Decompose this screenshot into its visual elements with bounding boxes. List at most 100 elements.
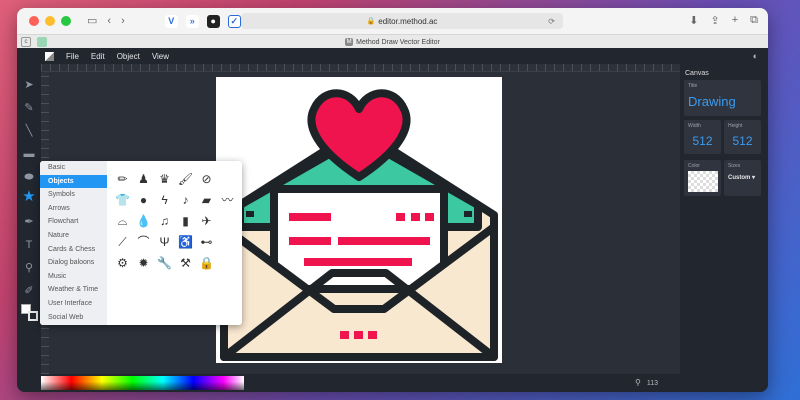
category-social-web[interactable]: Social Web: [40, 311, 107, 325]
drop-icon[interactable]: 💧: [133, 211, 154, 232]
mustache-icon[interactable]: 〰: [217, 190, 238, 211]
stroke-color-swatch[interactable]: [28, 311, 38, 321]
hat-icon[interactable]: ⌓: [112, 211, 133, 232]
downloads-icon[interactable]: ⬇: [689, 14, 698, 27]
color-label: Color: [688, 163, 700, 169]
car-icon[interactable]: ▰: [196, 190, 217, 211]
select-tool-icon[interactable]: ➤: [22, 78, 36, 92]
canvas-color-swatch[interactable]: [688, 171, 718, 192]
menu-bar: File Edit Object View ◐: [41, 48, 768, 64]
color-field[interactable]: Color: [684, 160, 721, 196]
address-bar[interactable]: 🔒 editor.method.ac ⟳: [241, 13, 563, 29]
sizes-label: Sizes: [728, 163, 741, 169]
extension-v-icon[interactable]: V: [164, 14, 178, 28]
extension-shield-icon[interactable]: ✓: [227, 14, 241, 28]
category-objects[interactable]: Objects: [40, 174, 107, 189]
extension-dark-icon[interactable]: ●: [206, 14, 220, 28]
category-user-interface[interactable]: User Interface: [40, 297, 107, 311]
tab-favicon-icon: M: [345, 37, 354, 46]
gear-icon[interactable]: ⚙: [112, 253, 133, 274]
boomerang-icon[interactable]: ⌒: [133, 232, 154, 253]
zoom-tool-icon[interactable]: ⚲: [22, 261, 36, 275]
magnifier-icon: ⚲: [635, 378, 641, 387]
menu-view[interactable]: View: [152, 52, 169, 61]
rectangle-tool-icon[interactable]: ▬: [22, 147, 36, 161]
zoom-control[interactable]: ⚲ 113: [635, 378, 658, 387]
width-field[interactable]: Width 512: [684, 120, 721, 154]
title-value[interactable]: Drawing: [688, 94, 736, 109]
hammer-icon[interactable]: ⚒: [175, 253, 196, 274]
sizes-field[interactable]: Sizes Custom ▾: [724, 160, 761, 196]
ellipse-tool-icon[interactable]: ⬬: [22, 170, 36, 184]
bottle-icon[interactable]: ▮: [175, 211, 196, 232]
category-arrows[interactable]: Arrows: [40, 202, 107, 216]
envelope-heart-illustration[interactable]: [216, 77, 502, 363]
category-flowchart[interactable]: Flowchart: [40, 215, 107, 229]
menu-object[interactable]: Object: [117, 52, 140, 61]
trophy-icon[interactable]: ♛: [154, 169, 175, 190]
guitar-icon[interactable]: ♪: [175, 190, 196, 211]
minimize-window-button[interactable]: [45, 16, 55, 26]
person-icon[interactable]: ♟: [133, 169, 154, 190]
new-tab-icon[interactable]: +: [732, 14, 738, 27]
category-music[interactable]: Music: [40, 270, 107, 284]
text-tool-icon[interactable]: T: [22, 238, 36, 252]
pencil-icon[interactable]: ✏: [112, 169, 133, 190]
category-symbols[interactable]: Symbols: [40, 188, 107, 202]
title-bar: ▭ ‹ › V » ● ✓ 🔒 editor.method.ac ⟳ ⬇ ⇪ +…: [17, 8, 768, 34]
pencil-tool-icon[interactable]: ✎: [22, 101, 36, 115]
guitar-2-icon[interactable]: ♫: [154, 211, 175, 232]
zoom-value[interactable]: 113: [647, 380, 658, 387]
helicopter-icon[interactable]: ✈: [196, 211, 217, 232]
gear-2-icon[interactable]: ✹: [133, 253, 154, 274]
active-tab[interactable]: M Method Draw Vector Editor: [17, 37, 768, 46]
library-shapes-grid: ✏ ♟ ♛ 🖌 ⊘ 👕 ● ϟ ♪ ▰ 〰 ⌓ 💧 ♫ ▮ ✈ ⟋ ⌒ Ψ ♿ …: [112, 169, 238, 274]
width-value[interactable]: 512: [684, 134, 721, 148]
sizes-value: Custom: [728, 175, 751, 181]
circle-icon[interactable]: ●: [133, 190, 154, 211]
chevron-down-icon: ▾: [752, 175, 756, 181]
theme-toggle-icon[interactable]: ◐: [753, 51, 758, 61]
height-label: Height: [728, 123, 743, 129]
color-palette[interactable]: [41, 376, 244, 390]
reload-icon[interactable]: ⟳: [548, 17, 555, 26]
title-field[interactable]: Title Drawing: [684, 80, 761, 116]
zoom-window-button[interactable]: [61, 16, 71, 26]
back-icon[interactable]: ‹: [107, 15, 111, 27]
wand-icon[interactable]: ⟋: [112, 232, 133, 253]
menu-edit[interactable]: Edit: [91, 52, 105, 61]
line-tool-icon[interactable]: ╲: [22, 124, 36, 138]
category-cards-chess[interactable]: Cards & Chess: [40, 243, 107, 257]
brush-icon[interactable]: 🖌: [175, 169, 196, 190]
close-window-button[interactable]: [29, 16, 39, 26]
menorah-icon[interactable]: Ψ: [154, 232, 175, 253]
path-tool-icon[interactable]: ✒: [22, 215, 36, 229]
category-weather-time[interactable]: Weather & Time: [40, 283, 107, 297]
category-basic[interactable]: Basic: [40, 161, 107, 175]
lock-icon[interactable]: 🔒: [196, 253, 217, 274]
eyedropper-tool-icon[interactable]: ✐: [22, 284, 36, 298]
bottom-bar: ⚲ 113: [41, 374, 768, 392]
share-icon[interactable]: ⇪: [710, 14, 719, 27]
wrench-icon[interactable]: 🔧: [154, 253, 175, 274]
shirt-icon[interactable]: 👕: [112, 190, 133, 211]
shape-library-popup: Basic Objects Symbols Arrows Flowchart N…: [40, 161, 242, 325]
empty-slot: [217, 232, 238, 253]
browser-actions: ⬇ ⇪ + ⧉: [689, 14, 758, 27]
tab-overview-icon[interactable]: ⧉: [750, 14, 758, 27]
sizes-dropdown[interactable]: Custom ▾: [728, 174, 755, 181]
height-value[interactable]: 512: [724, 134, 761, 148]
height-field[interactable]: Height 512: [724, 120, 761, 154]
drawing-canvas[interactable]: [216, 77, 502, 363]
shape-library-tool-icon[interactable]: ★: [22, 189, 36, 204]
category-nature[interactable]: Nature: [40, 229, 107, 243]
wheelchair-icon[interactable]: ♿: [175, 232, 196, 253]
forward-icon[interactable]: ›: [121, 15, 125, 27]
menu-file[interactable]: File: [66, 52, 79, 61]
bone-icon[interactable]: ⊷: [196, 232, 217, 253]
sidebar-toggle-icon[interactable]: ▭: [87, 15, 97, 27]
category-dialog-baloons[interactable]: Dialog baloons: [40, 256, 107, 270]
lightning-icon[interactable]: ϟ: [154, 190, 175, 211]
paperclip-icon[interactable]: ⊘: [196, 169, 217, 190]
extension-forward-icon[interactable]: »: [185, 14, 199, 28]
